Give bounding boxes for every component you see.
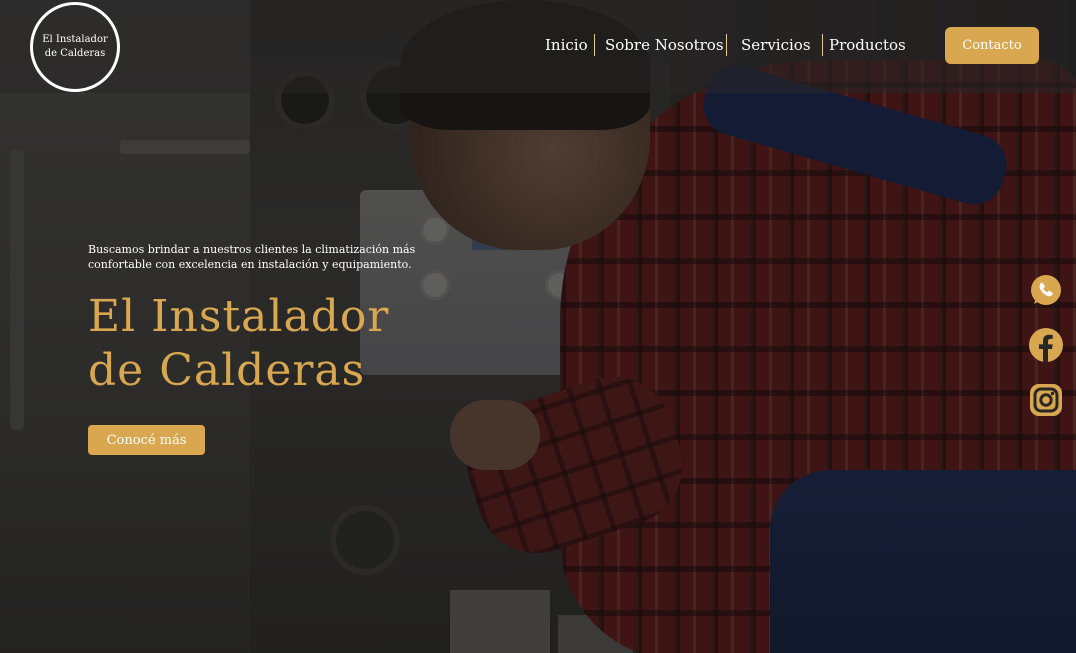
learn-more-button[interactable]: Conocé más bbox=[88, 425, 205, 455]
site-header: El Instalador de Calderas Inicio Sobre N… bbox=[0, 0, 1076, 93]
site-logo[interactable]: El Instalador de Calderas bbox=[30, 2, 120, 92]
nav-item-servicios-wrap: Servicios bbox=[741, 32, 811, 58]
hero-tagline: Buscamos brindar a nuestros clientes la … bbox=[88, 242, 428, 272]
hero-title-line-2: de Calderas bbox=[88, 345, 366, 396]
nav-separator bbox=[594, 32, 595, 58]
logo-line-1: El Instalador bbox=[42, 34, 108, 45]
instagram-icon[interactable] bbox=[1028, 382, 1064, 418]
tagline-line-2: confortable con excelencia en instalació… bbox=[88, 258, 412, 271]
nav-item-sobre-nosotros[interactable]: Sobre Nosotros bbox=[605, 36, 724, 54]
hero-title: El Instalador de Calderas bbox=[88, 290, 389, 398]
nav-separator bbox=[822, 32, 823, 58]
facebook-icon[interactable] bbox=[1028, 327, 1064, 363]
tagline-line-1: Buscamos brindar a nuestros clientes la … bbox=[88, 243, 416, 256]
contact-button[interactable]: Contacto bbox=[945, 27, 1039, 64]
whatsapp-icon[interactable] bbox=[1028, 272, 1064, 308]
nav-item-sobre-wrap: Sobre Nosotros bbox=[605, 32, 724, 58]
nav-item-productos[interactable]: Productos bbox=[829, 36, 906, 54]
nav-item-inicio-wrap: Inicio bbox=[545, 32, 588, 58]
hero-title-line-1: El Instalador bbox=[88, 291, 390, 342]
nav-item-servicios[interactable]: Servicios bbox=[741, 36, 811, 54]
logo-line-2: de Calderas bbox=[44, 48, 106, 59]
nav-item-productos-wrap: Productos bbox=[829, 32, 906, 58]
nav-separator bbox=[726, 32, 727, 58]
nav-item-inicio[interactable]: Inicio bbox=[545, 36, 588, 54]
